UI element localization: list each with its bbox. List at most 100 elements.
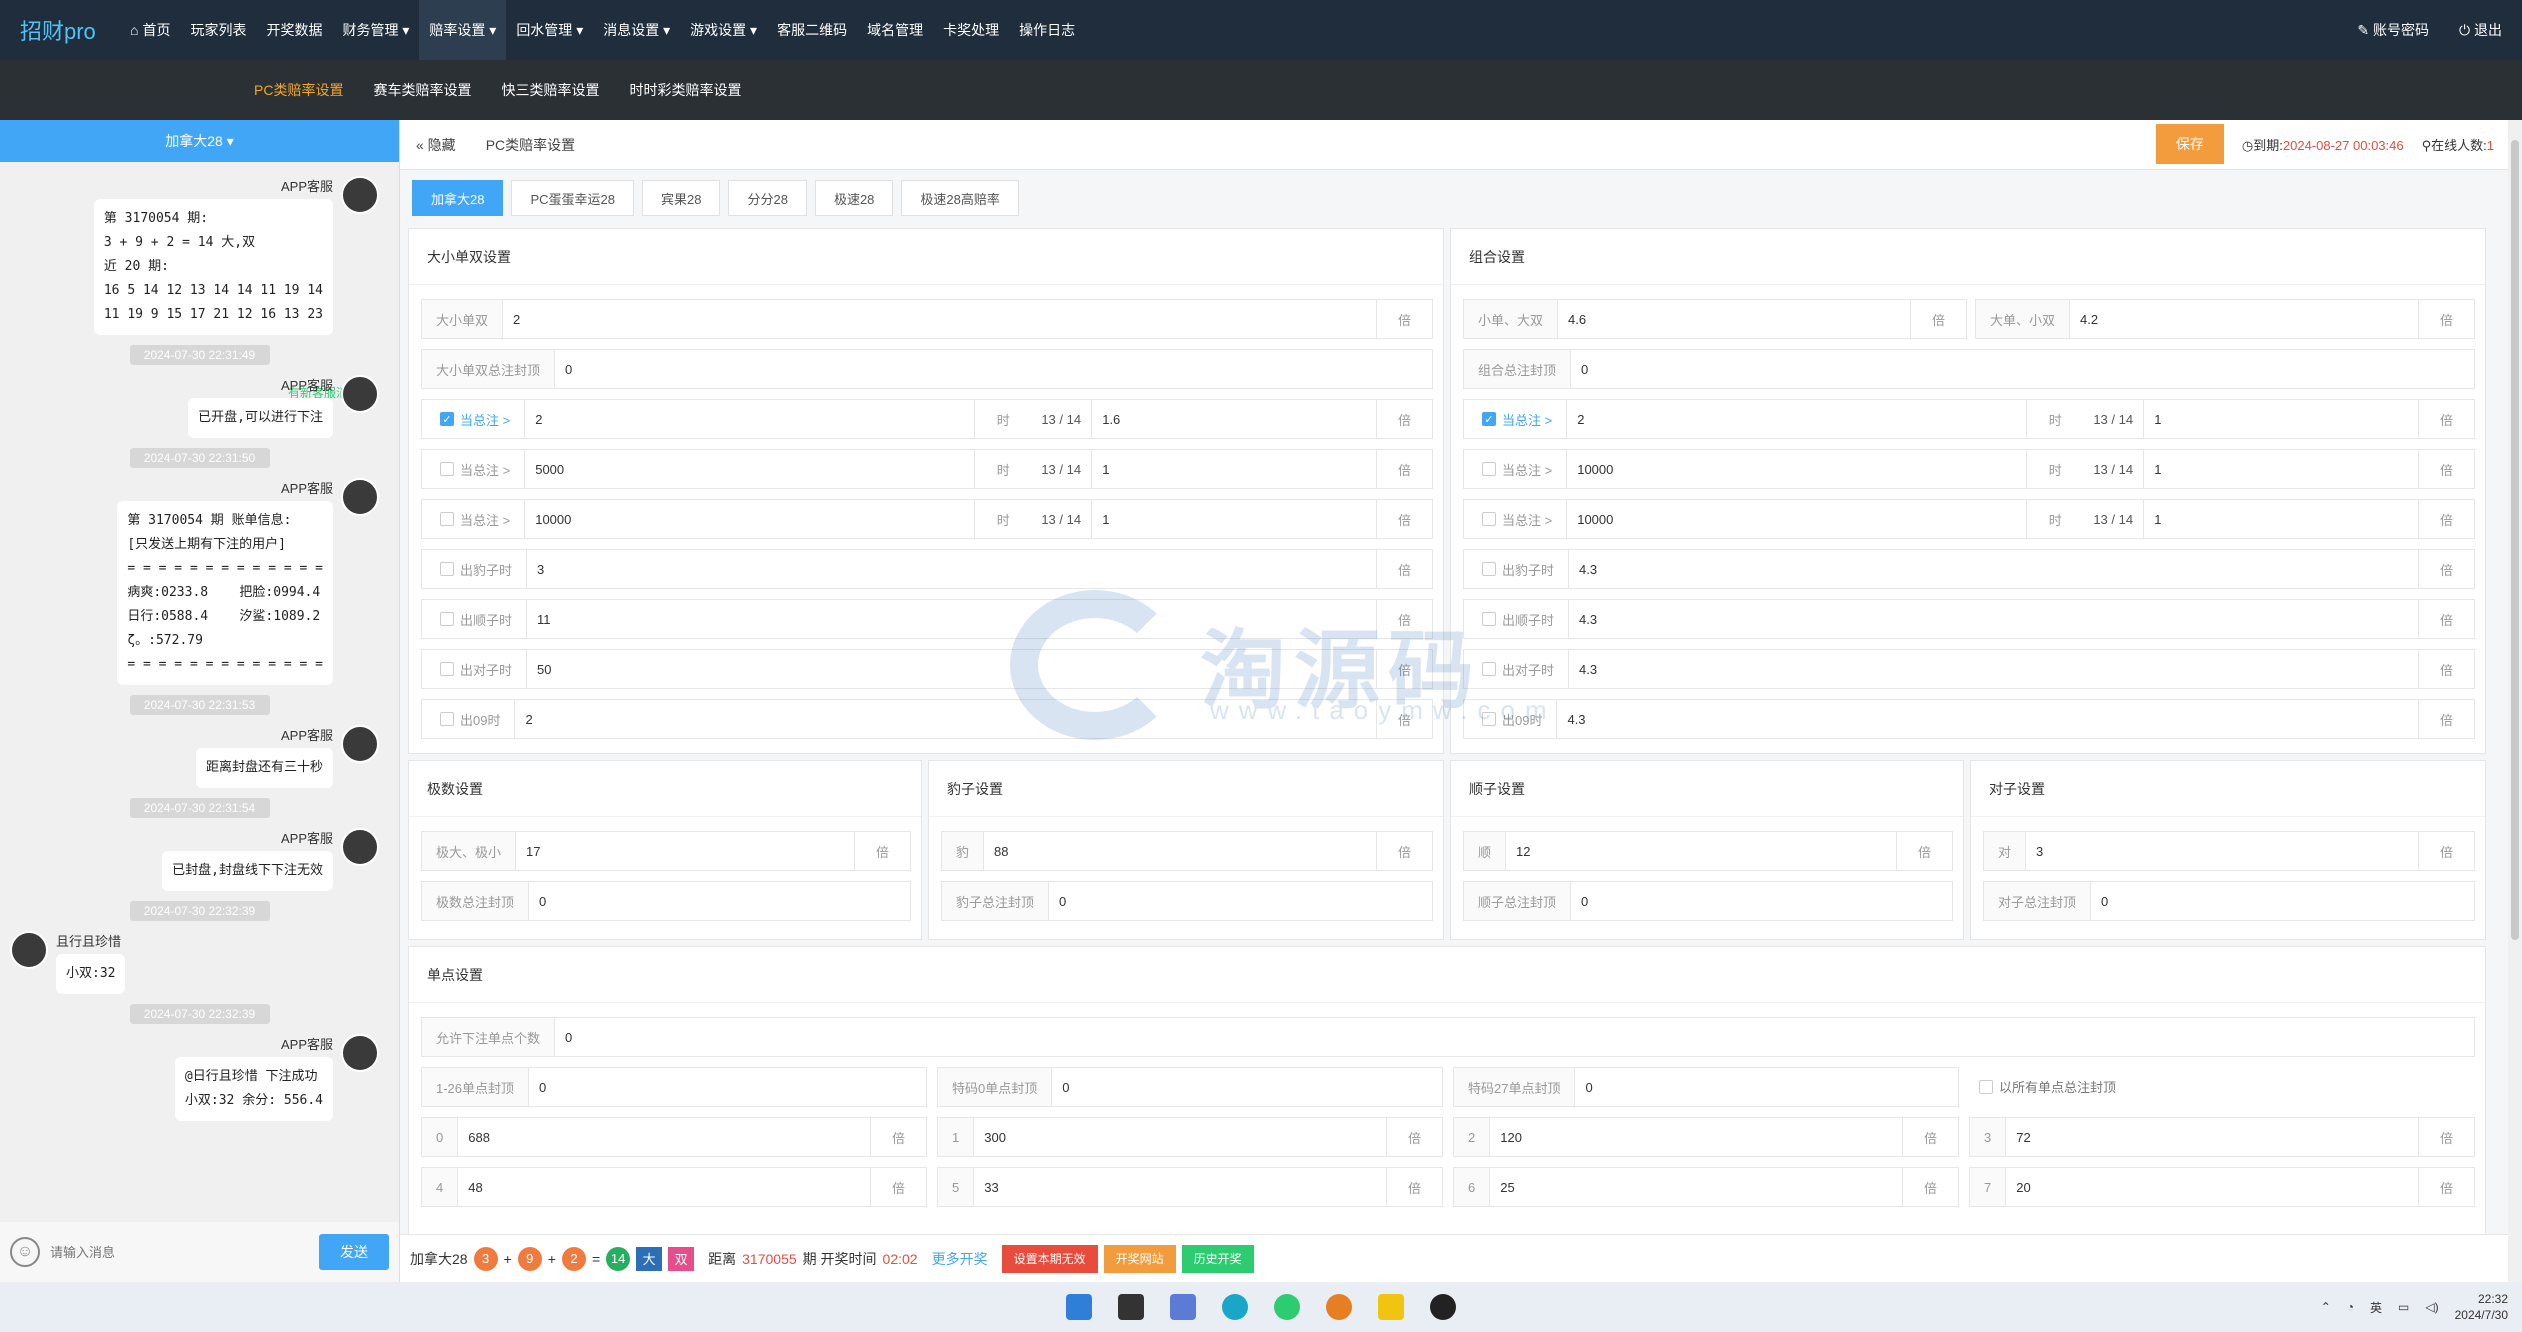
invalidate-button[interactable]: 设置本期无效 (1001, 1244, 1098, 1273)
qq-icon[interactable] (1430, 1294, 1456, 1320)
nav-finance[interactable]: 财务管理 ▾ (332, 0, 419, 60)
logout-link[interactable]: ⏻ 退出 (2459, 20, 2502, 40)
checkbox[interactable] (1482, 512, 1496, 526)
all-cap-option[interactable]: 以所有单点总注封顶 (1979, 1077, 2116, 1096)
tab-jnd28[interactable]: 加拿大28 (412, 180, 504, 216)
page-tab[interactable]: PC类赔率设置 (486, 135, 575, 155)
nav-games[interactable]: 游戏设置 ▾ (680, 0, 767, 60)
chat-room-selector[interactable]: 加拿大28 ▾ (0, 120, 399, 162)
chat-message: APP客服 距离封盘还有三十秒 (0, 725, 389, 788)
checkbox[interactable] (440, 462, 454, 476)
chat-composer: ☺ 发送 (0, 1222, 399, 1282)
app-icon[interactable] (1170, 1294, 1196, 1320)
odds-input[interactable]: 2 (503, 300, 1376, 338)
tab-js28-high[interactable]: 极速28高赔率 (901, 180, 1019, 216)
checkbox[interactable] (440, 512, 454, 526)
checkbox[interactable] (440, 662, 454, 676)
tab-js28[interactable]: 极速28 (814, 180, 894, 216)
tab-ff28[interactable]: 分分28 (728, 180, 807, 216)
ime-indicator[interactable]: 英 (2370, 1299, 2382, 1316)
chat-message: APP客服 @日行且珍惜 下注成功 小双:32 余分: 556.4 (0, 1034, 389, 1121)
plus-sign: + (547, 1250, 556, 1267)
big-small-cap: 大小单双总注封顶 0 (421, 349, 1433, 389)
combo-odds-a: 小单、大双 4.6 倍 (1463, 299, 1967, 339)
send-button[interactable]: 发送 (319, 1234, 389, 1270)
cond-row: 当总注 > 10000 时 13 / 14 1 倍 (421, 499, 1433, 539)
avatar (341, 375, 379, 413)
checkbox[interactable] (1482, 712, 1496, 726)
scrollbar[interactable] (2508, 120, 2522, 1282)
checkbox[interactable] (1482, 612, 1496, 626)
leopard-cap: 豹子总注封顶 0 (941, 881, 1433, 921)
point-row: 0 688 倍 (421, 1117, 927, 1157)
big-small-panel: 大小单双设置 大小单双 2 倍 大小单双总注封顶 0 ✓ 当总注 > 2 时 1… (408, 228, 1444, 754)
taskview-icon[interactable] (1118, 1294, 1144, 1320)
checkbox[interactable] (440, 712, 454, 726)
account-link[interactable]: ✎ 账号密码 (2357, 20, 2429, 40)
avatar (341, 176, 379, 214)
single-point-panel: 单点设置 允许下注单点个数 0 1-26单点封顶 0 特码0单点封顶 0 特码2… (408, 946, 2486, 1282)
nav-domains[interactable]: 域名管理 (857, 0, 933, 60)
point-row: 6 25 倍 (1453, 1167, 1959, 1207)
nav-draw-data[interactable]: 开奖数据 (256, 0, 332, 60)
monitor-icon[interactable]: ▭ (2398, 1300, 2409, 1314)
subnav-racing[interactable]: 赛车类赔率设置 (373, 80, 471, 100)
timestamp: 2024-07-30 22:31:49 (129, 345, 270, 365)
save-button[interactable]: 保存 (2155, 124, 2224, 164)
checkbox[interactable] (1482, 462, 1496, 476)
scroll-thumb[interactable] (2511, 140, 2519, 940)
checkbox[interactable] (440, 612, 454, 626)
tab-bingo28[interactable]: 宾果28 (642, 180, 721, 216)
avatar (341, 1034, 379, 1072)
hide-toggle[interactable]: « 隐藏 (416, 135, 456, 155)
folder-icon[interactable] (1378, 1294, 1404, 1320)
subnav-pc[interactable]: PC类赔率设置 (254, 80, 343, 100)
nav-players[interactable]: 玩家列表 (180, 0, 256, 60)
extra-row: 出对子时 50 倍 (421, 649, 1433, 689)
checkbox[interactable]: ✓ (1482, 412, 1496, 426)
volume-icon[interactable]: ◁) (2425, 1300, 2438, 1314)
extra-row: 出顺子时 11 倍 (421, 599, 1433, 639)
home-icon: ⌂ (130, 22, 139, 38)
clock[interactable]: 22:32 2024/7/30 (2455, 1291, 2508, 1323)
chevron-up-icon[interactable]: ⌃ (2321, 1300, 2331, 1314)
checkbox[interactable] (1482, 562, 1496, 576)
nav-stuck[interactable]: 卡奖处理 (933, 0, 1009, 60)
leopard-odds: 豹 88 倍 (941, 831, 1433, 871)
draw-site-button[interactable]: 开奖网站 (1103, 1244, 1176, 1273)
subnav-k3[interactable]: 快三类赔率设置 (501, 80, 599, 100)
tab-pcdd[interactable]: PC蛋蛋幸运28 (511, 180, 634, 216)
wechat-icon[interactable] (1274, 1294, 1300, 1320)
nav-logs[interactable]: 操作日志 (1009, 0, 1085, 60)
emoji-icon[interactable]: ☺ (10, 1237, 40, 1267)
straight-cap: 顺子总注封顶 0 (1463, 881, 1953, 921)
checkbox[interactable] (1979, 1079, 1993, 1094)
equals-sign: = (591, 1250, 601, 1267)
edge-icon[interactable] (1222, 1294, 1248, 1320)
chat-input[interactable] (50, 1234, 309, 1270)
nav-qrcode[interactable]: 客服二维码 (767, 0, 857, 60)
crumb-right: 保存 ◷到期:2024-08-27 00:03:46 ⚲在线人数:1 (2155, 124, 2494, 164)
even-badge: 双 (668, 1246, 695, 1271)
more-draws-link[interactable]: 更多开奖 (932, 1249, 988, 1269)
point-row: 2 120 倍 (1453, 1117, 1959, 1157)
nav-home[interactable]: ⌂ 首页 (120, 0, 180, 60)
extreme-odds: 极大、极小 17 倍 (421, 831, 911, 871)
leopard-panel: 豹子设置 豹 88 倍 豹子总注封顶 0 (928, 760, 1444, 940)
network-icon[interactable]: ◔ (2347, 1300, 2354, 1314)
result-ball: 3 (473, 1246, 498, 1271)
cap-0: 特码0单点封顶 0 (937, 1067, 1443, 1107)
subnav-ssc[interactable]: 时时彩类赔率设置 (629, 80, 741, 100)
nav-odds[interactable]: 赔率设置 ▾ (419, 0, 507, 60)
checkbox[interactable] (1482, 662, 1496, 676)
browser-icon[interactable] (1326, 1294, 1352, 1320)
edit-icon: ✎ (2357, 22, 2374, 38)
windows-start-icon[interactable] (1066, 1294, 1092, 1320)
cap-input[interactable]: 0 (555, 350, 1432, 388)
checkbox[interactable] (440, 562, 454, 576)
history-button[interactable]: 历史开奖 (1181, 1244, 1254, 1273)
checkbox[interactable]: ✓ (440, 412, 454, 426)
nav-rebate[interactable]: 回水管理 ▾ (506, 0, 593, 60)
nav-messages[interactable]: 消息设置 ▾ (593, 0, 680, 60)
big-badge: 大 (636, 1246, 663, 1271)
